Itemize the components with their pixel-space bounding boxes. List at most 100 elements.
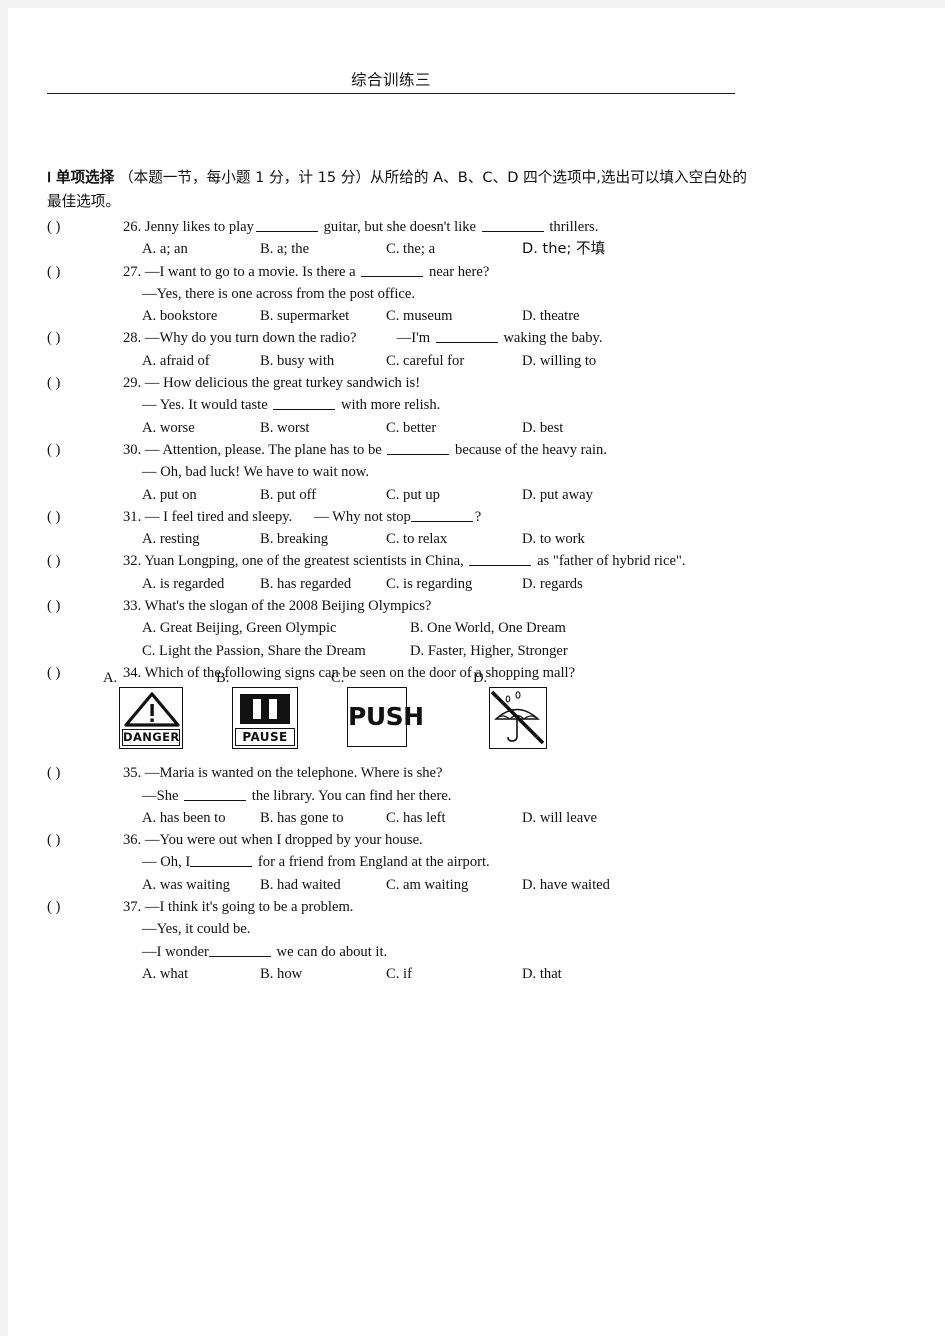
answer-paren-37[interactable]: ( ) [47,896,97,918]
question-number-27: 27. [123,263,142,280]
pause-bars-icon [240,694,290,725]
option-d[interactable]: D. Faster, Higher, Stronger [410,640,678,662]
option-c[interactable]: C. careful for [386,350,522,372]
option-b[interactable]: B. supermarket [260,305,386,327]
option-b[interactable]: B. a; the [260,238,386,260]
option-c[interactable]: C. is regarding [386,573,522,595]
page-header: 综合训练三 [47,70,735,94]
option-d[interactable]: D. to work [522,528,585,550]
answer-blank [481,231,544,232]
option-c[interactable]: C. put up [386,484,522,506]
option-a[interactable]: A. a; an [142,238,260,260]
option-c[interactable]: C. Light the Passion, Share the Dream [142,640,410,662]
section-intro: Ⅰ 单项选择 （本题一节，每小题 1 分，计 15 分）从所给的 A、B、C、D… [47,166,747,213]
option-d[interactable]: D. the; 不填 [522,238,605,260]
option-a[interactable]: A. is regarded [142,573,260,595]
option-d[interactable]: D. will leave [522,807,597,829]
answer-blank [469,565,532,567]
document-page: 综合训练三 Ⅰ 单项选择 （本题一节，每小题 1 分，计 15 分）从所给的 A… [8,8,945,1336]
option-a[interactable]: A. put on [142,484,260,506]
option-c[interactable]: C. to relax [386,528,522,550]
question-31: ( ) 31. — I feel tired and sleepy. — Why… [47,506,747,551]
answer-blank [184,799,247,801]
answer-blank [361,275,424,277]
option-c[interactable]: C. has left [386,807,522,829]
answer-blank [410,520,473,522]
danger-warning-triangle-sign: DANGER [119,687,183,750]
question-line2-27: —Yes, there is one across from the post … [142,285,416,302]
question-stem-30: 30. — Attention, please. The plane has t… [123,441,607,458]
sign-label-c: C. [331,669,345,686]
option-a[interactable]: A. has been to [142,807,260,829]
answer-paren-35[interactable]: ( ) [47,762,97,784]
option-d[interactable]: D. have waited [522,874,610,896]
option-d[interactable]: D. best [522,417,563,439]
option-a[interactable]: A. afraid of [142,350,260,372]
options-36: A. was waiting B. had waited C. am waiting… [142,874,842,896]
option-c[interactable]: C. am waiting [386,874,522,896]
sign-text-push: PUSH [348,702,424,732]
options-27: A. bookstore B. supermarket C. museum D. th… [142,305,842,327]
option-b[interactable]: B. has regarded [260,573,386,595]
option-a[interactable]: A. worse [142,417,260,439]
option-d[interactable]: D. regards [522,573,583,595]
question-stem-36: 36. —You were out when I dropped by your… [123,832,423,849]
answer-paren-34[interactable]: ( ) [47,662,97,684]
answer-blank [435,342,498,344]
sign-label-b: B. [216,669,230,686]
question-line3-37: —I wonder we can do about it. [142,943,388,960]
option-b[interactable]: B. has gone to [260,807,386,829]
answer-paren-26[interactable]: ( ) [47,216,97,238]
option-b[interactable]: B. had waited [260,874,386,896]
option-d[interactable]: D. that [522,963,562,985]
sign-label-d: D. [473,669,488,686]
answer-paren-31[interactable]: ( ) [47,506,97,528]
answer-blank [273,409,336,411]
question-stem-32: 32. Yuan Longping, one of the greatest s… [123,553,686,570]
option-a[interactable]: A. resting [142,528,260,550]
question-27: ( ) 27. —I want to go to a movie. Is the… [47,261,747,328]
option-b[interactable]: B. breaking [260,528,386,550]
option-a[interactable]: A. Great Beijing, Green Olympic [142,617,410,639]
answer-paren-27[interactable]: ( ) [47,261,97,283]
option-a[interactable]: A. what [142,963,260,985]
option-b[interactable]: B. put off [260,484,386,506]
section-roman-numeral: Ⅰ [47,171,52,186]
question-35: ( ) 35. —Maria is wanted on the telephon… [47,762,747,829]
question-number-37: 37. [123,899,142,916]
question-number-29: 29. [123,375,142,392]
answer-paren-28[interactable]: ( ) [47,327,97,349]
option-c[interactable]: C. if [386,963,522,985]
option-c[interactable]: C. museum [386,305,522,327]
answer-paren-36[interactable]: ( ) [47,829,97,851]
option-a[interactable]: A. was waiting [142,874,260,896]
option-c[interactable]: C. the; a [386,238,522,260]
options-29: A. worse B. worst C. better D. best [142,417,842,439]
page-title: 综合训练三 [350,71,431,89]
option-b[interactable]: B. One World, One Dream [410,617,678,639]
option-d[interactable]: D. willing to [522,350,596,372]
question-36: ( ) 36. —You were out when I dropped by … [47,829,747,896]
answer-paren-30[interactable]: ( ) [47,439,97,461]
option-b[interactable]: B. how [260,963,386,985]
option-a[interactable]: A. bookstore [142,305,260,327]
option-b[interactable]: B. worst [260,417,386,439]
option-d[interactable]: D. theatre [522,305,580,327]
answer-blank [255,231,318,232]
option-d[interactable]: D. put away [522,484,593,506]
answer-paren-32[interactable]: ( ) [47,550,97,572]
question-stem-29: 29. — How delicious the great turkey san… [123,375,421,392]
option-b[interactable]: B. busy with [260,350,386,372]
option-c[interactable]: C. better [386,417,522,439]
question-number-32: 32. [123,553,142,570]
question-stem-35: 35. —Maria is wanted on the telephone. W… [123,765,443,782]
no-umbrella-crossed-out-sign [489,687,547,750]
section-name: 单项选择 [55,169,115,186]
answer-paren-29[interactable]: ( ) [47,372,97,394]
answer-blank [190,866,253,868]
options-33-row1: A. Great Beijing, Green Olympic B. One Wo… [142,617,842,639]
answer-blank [208,955,271,957]
question-line2-35: —She the library. You can find her there… [142,787,452,804]
push-text-sign: PUSH [347,687,424,748]
answer-paren-33[interactable]: ( ) [47,595,97,617]
